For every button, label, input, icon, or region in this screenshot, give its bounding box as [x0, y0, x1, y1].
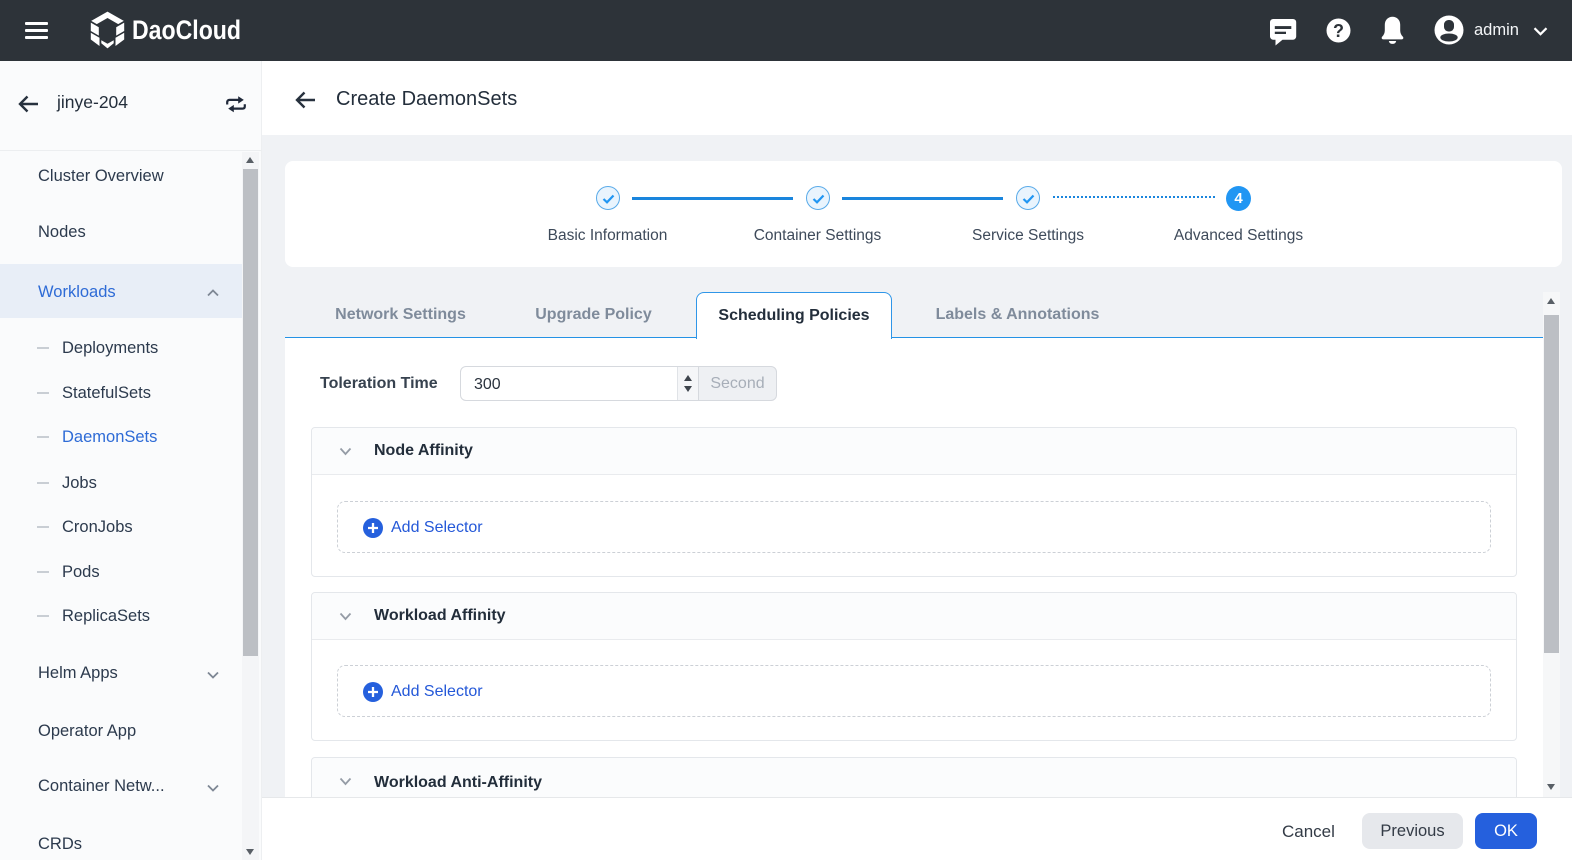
svg-text:?: ? — [1333, 21, 1344, 41]
